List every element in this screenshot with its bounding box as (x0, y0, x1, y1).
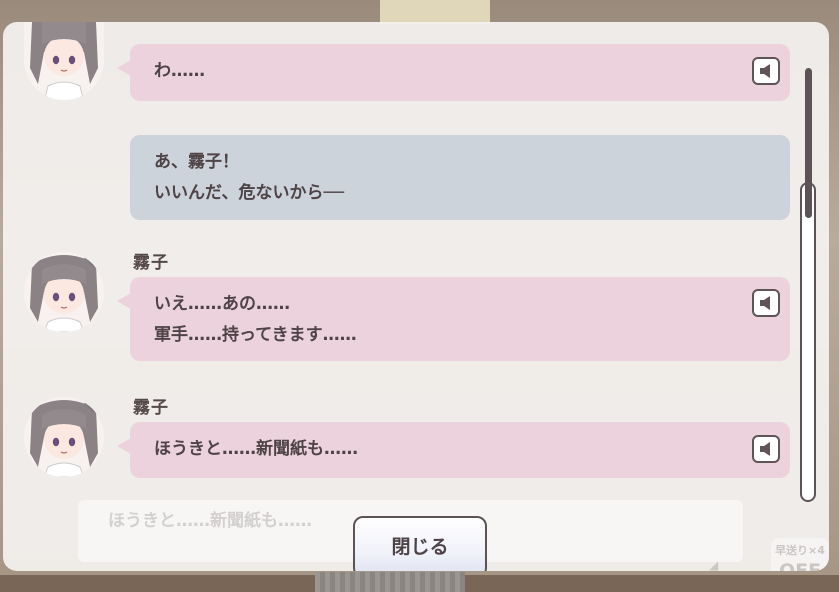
log-message-bubble: いえ……あの…… 軍手……持ってきます…… (117, 277, 790, 361)
voice-replay-button[interactable] (752, 57, 780, 85)
voice-replay-button[interactable] (752, 435, 780, 463)
backlog-panel: ほうきと……新聞紙も…… ◢ 早送り×4 OFF わ…… あ、霧子！ いいんだ、… (3, 22, 829, 571)
close-button[interactable]: 閉じる (353, 516, 487, 571)
character-skirt (315, 572, 465, 592)
log-message-bubble: ほうきと……新聞紙も…… (117, 422, 790, 478)
speaker-name: 霧子 (133, 398, 169, 418)
speaker-icon (760, 442, 770, 456)
avatar-kiriko (24, 22, 104, 100)
fast-forward-state: OFF (778, 560, 822, 571)
next-arrow-icon: ◢ (709, 558, 719, 571)
log-message-bubble-player: あ、霧子！ いいんだ、危ないから── (130, 135, 790, 220)
fast-forward-label: 早送り×4 (775, 544, 825, 557)
message-line: いえ……あの…… (154, 294, 290, 314)
message-line: ほうきと……新聞紙も…… (154, 439, 358, 459)
fast-forward-button[interactable]: 早送り×4 OFF (771, 538, 829, 571)
avatar-kiriko (24, 397, 104, 477)
speaker-name: 霧子 (133, 253, 169, 273)
message-line: いいんだ、危ないから── (154, 183, 344, 203)
window-light (380, 0, 490, 24)
voice-replay-button[interactable] (752, 289, 780, 317)
message-line: 軍手……持ってきます…… (154, 325, 357, 345)
scrollbar-track[interactable] (800, 182, 816, 502)
speaker-icon (760, 64, 770, 78)
message-window-ghost-text: ほうきと……新聞紙も…… (108, 511, 312, 531)
log-message-bubble: わ…… (117, 44, 790, 101)
speaker-icon (760, 296, 770, 310)
message-line: あ、霧子！ (154, 152, 239, 172)
message-line: わ…… (154, 61, 205, 81)
scrollbar-thumb[interactable] (805, 68, 812, 218)
avatar-kiriko (24, 252, 104, 332)
